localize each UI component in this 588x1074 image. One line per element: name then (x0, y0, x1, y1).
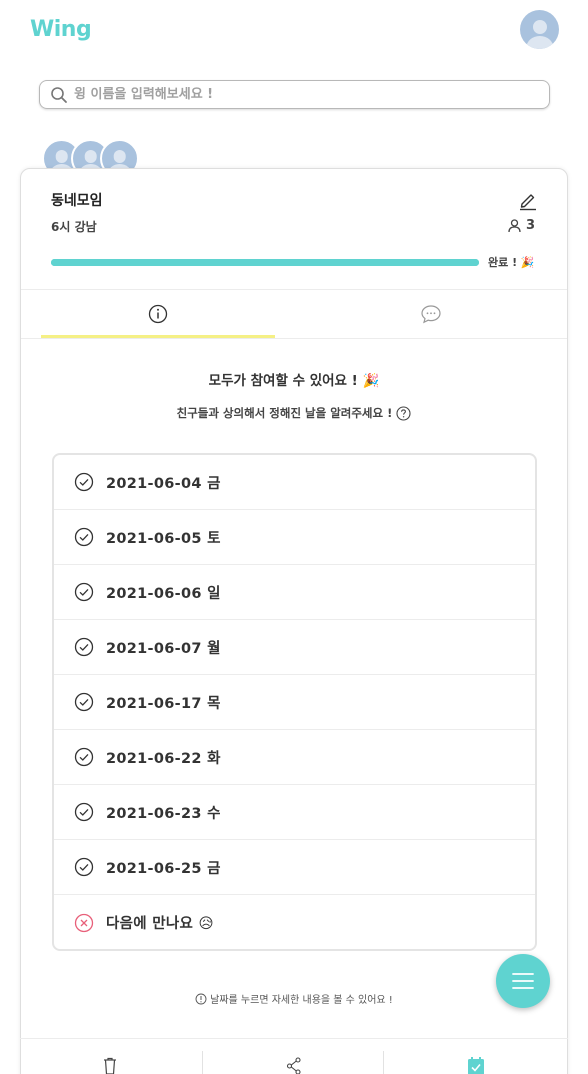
delete-button[interactable] (20, 1039, 200, 1074)
info-icon (148, 304, 168, 324)
date-item[interactable]: 2021-06-05 토 (54, 510, 535, 565)
status-subline-text: 친구들과 상의해서 정해진 날을 알려주세요 ! (176, 406, 393, 420)
check-circle-icon (74, 472, 94, 492)
share-button[interactable] (204, 1039, 384, 1074)
divider (383, 1051, 384, 1074)
search-input[interactable] (74, 87, 514, 102)
status-headline: 모두가 참여할 수 있어요 ! 🎉 (208, 373, 380, 389)
date-item[interactable]: 2021-06-04 금 (54, 455, 535, 510)
x-circle-icon (74, 913, 94, 932)
date-item[interactable]: 2021-06-25 금 (54, 840, 535, 895)
hint-text: 날짜를 누르면 자세한 내용을 볼 수 있어요 ! (21, 991, 567, 1006)
app-logo[interactable]: Wing (30, 17, 92, 42)
progress-label: 완료 ! 🎉 (488, 256, 535, 269)
date-label: 2021-06-25 금 (106, 860, 221, 877)
app-header: Wing (0, 0, 588, 62)
member-count: 3 (507, 218, 535, 233)
member-count-value: 3 (526, 218, 536, 233)
bottom-action-bar (20, 1038, 568, 1074)
tab-info[interactable] (41, 290, 275, 338)
info-small-icon (195, 993, 207, 1004)
search-bar[interactable] (39, 80, 550, 109)
person-icon (508, 219, 521, 233)
date-item[interactable]: 2021-06-06 일 (54, 565, 535, 620)
progress-fill (51, 259, 479, 266)
divider (202, 1051, 203, 1074)
pencil-icon (520, 194, 536, 211)
check-circle-icon (74, 527, 94, 547)
date-list: 2021-06-04 금 2021-06-05 토 2021-06-06 일 2… (52, 453, 537, 951)
confirm-date-button[interactable] (386, 1039, 566, 1074)
tab-chat[interactable] (311, 290, 551, 338)
date-item[interactable]: 2021-06-07 월 (54, 620, 535, 675)
active-tab-indicator (41, 335, 275, 338)
avatar-body (525, 35, 554, 49)
date-label: 2021-06-07 월 (106, 640, 221, 657)
check-circle-icon (74, 857, 94, 877)
menu-icon (512, 973, 534, 989)
date-label: 2021-06-04 금 (106, 475, 221, 492)
calendar-check-icon (468, 1057, 484, 1074)
check-circle-icon (74, 747, 94, 767)
status-subline: 친구들과 상의해서 정해진 날을 알려주세요 ! (21, 405, 567, 421)
hint-label: 날짜를 누르면 자세한 내용을 볼 수 있어요 ! (210, 995, 393, 1006)
decline-label: 다음에 만나요 😥 (106, 916, 214, 932)
date-label: 2021-06-23 수 (106, 805, 221, 822)
check-circle-icon (74, 582, 94, 602)
help-icon[interactable] (396, 405, 411, 421)
group-name: 동네모임 (51, 193, 103, 209)
check-circle-icon (74, 802, 94, 822)
profile-avatar[interactable] (520, 10, 559, 49)
avatar-head (532, 20, 547, 35)
decline-item[interactable]: 다음에 만나요 😥 (54, 895, 535, 949)
menu-fab[interactable] (496, 954, 550, 1008)
check-circle-icon (74, 637, 94, 657)
trash-icon (104, 1057, 116, 1074)
check-circle-icon (74, 692, 94, 712)
date-label: 2021-06-17 목 (106, 695, 221, 712)
date-item[interactable]: 2021-06-17 목 (54, 675, 535, 730)
chat-bubble-icon (421, 305, 441, 324)
date-label: 2021-06-06 일 (106, 585, 221, 602)
tab-bar (21, 289, 567, 339)
edit-button[interactable] (517, 189, 539, 211)
search-icon (51, 86, 67, 103)
date-item[interactable]: 2021-06-22 화 (54, 730, 535, 785)
date-label: 2021-06-22 화 (106, 750, 221, 767)
date-item[interactable]: 2021-06-23 수 (54, 785, 535, 840)
date-label: 2021-06-05 토 (106, 530, 221, 547)
group-subtitle: 6시 강남 (51, 220, 97, 234)
group-card: 동네모임 6시 강남 3 완료 ! 🎉 모두가 참여할 수 있어요 ! 🎉 친구… (20, 168, 568, 1074)
share-icon (286, 1057, 301, 1074)
progress-bar (51, 259, 479, 266)
